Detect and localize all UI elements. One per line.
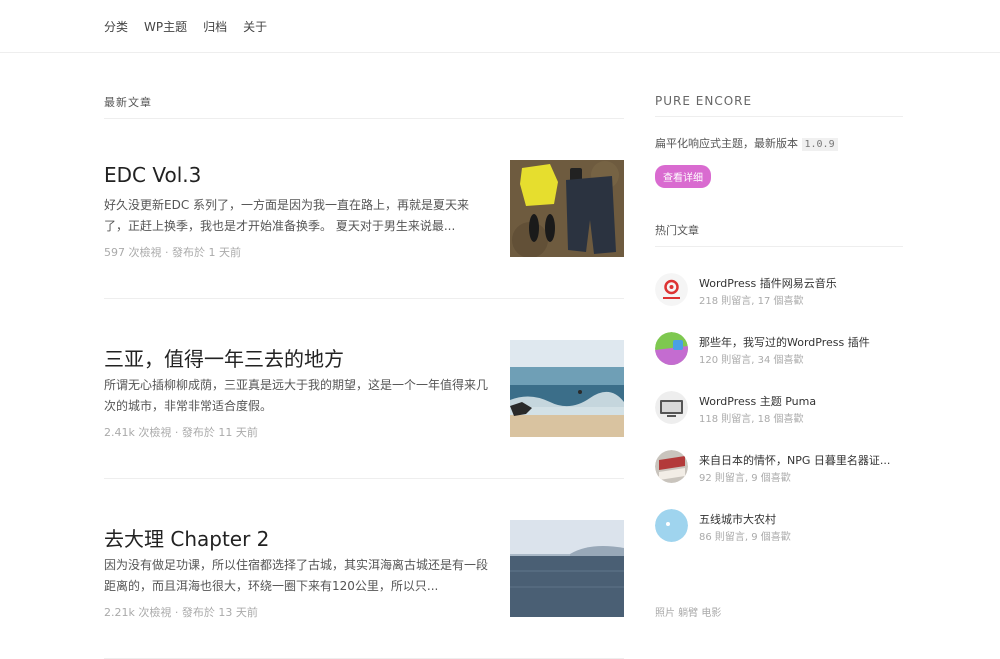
post-card: 去大理 Chapter 2 因为没有做足功课，所以住宿都选择了古城，其实洱海离古… [104,479,624,659]
hot-posts-list: WordPress 插件网易云音乐 218 則留言, 17 個喜歡 那些年，我写… [655,263,903,558]
hot-post-item[interactable]: 那些年，我写过的WordPress 插件 120 則留言, 34 個喜歡 [655,322,903,381]
hot-post-meta: 92 則留言, 9 個喜歡 [699,473,791,484]
hot-post-meta: 118 則留言, 18 個喜歡 [699,414,804,425]
sanya-beach-image [510,340,624,437]
dali-lake-image [510,520,624,617]
hot-posts-title: 热门文章 [655,222,903,247]
hot-post-title[interactable]: 那些年，我写过的WordPress 插件 [699,334,899,350]
npg-avatar [655,450,688,483]
post-meta: 597 次檢視 · 發布於 1 天前 [104,246,241,259]
post-title[interactable]: 去大理 Chapter 2 [104,523,269,552]
post-list: 最新文章 EDC Vol.3 好久没更新EDC 系列了，一方面是因为我一直在路上… [104,94,624,659]
post-thumbnail[interactable] [510,520,624,617]
hot-post-title[interactable]: 五线城市大农村 [699,511,899,527]
nav-item-about[interactable]: 关于 [243,18,267,35]
view-details-button[interactable]: 查看详细 [655,165,711,188]
puma-theme-avatar [655,391,688,424]
post-card: 三亚，值得一年三去的地方 所谓无心插柳柳成荫，三亚真是远大于我的期望，这是一个一… [104,299,624,479]
post-meta: 2.21k 次檢視 · 發布於 13 天前 [104,606,258,619]
hot-post-title[interactable]: WordPress 主题 Puma [699,393,899,409]
section-title: 最新文章 [104,94,624,119]
theme-description-text: 扁平化响应式主题，最新版本 [655,137,798,150]
theme-brand-title: PURE ENCORE [655,94,903,117]
nav-item-archive[interactable]: 归档 [203,18,227,35]
top-navigation-bar: 分类 WP主题 归档 关于 [0,0,1000,53]
post-meta: 2.41k 次檢視 · 發布於 11 天前 [104,426,258,439]
village-avatar [655,509,688,542]
plugin-avatar [655,332,688,365]
post-thumbnail[interactable] [510,160,624,257]
edc-flatlay-image [510,160,624,257]
post-thumbnail[interactable] [510,340,624,437]
netease-music-avatar [655,273,688,306]
post-excerpt: 因为没有做足功课，所以住宿都选择了古城，其实洱海离古城还是有一段距离的，而且洱海… [104,558,489,593]
post-excerpt: 好久没更新EDC 系列了，一方面是因为我一直在路上，再就是夏天来了，正赶上换季，… [104,198,470,233]
theme-version: 1.0.9 [801,138,838,151]
nav-item-category[interactable]: 分类 [104,18,128,35]
main-nav: 分类 WP主题 归档 关于 [104,18,267,35]
hot-post-meta: 86 則留言, 9 個喜歡 [699,532,791,543]
hot-post-meta: 218 則留言, 17 個喜歡 [699,296,804,307]
post-card: EDC Vol.3 好久没更新EDC 系列了，一方面是因为我一直在路上，再就是夏… [104,119,624,299]
nav-item-wp-theme[interactable]: WP主题 [144,18,187,35]
hot-post-item[interactable]: WordPress 主题 Puma 118 則留言, 18 個喜歡 [655,381,903,440]
theme-description: 扁平化响应式主题，最新版本 1.0.9 [655,135,903,151]
sidebar: PURE ENCORE 扁平化响应式主题，最新版本 1.0.9 查看详细 热门文… [655,94,903,619]
hot-post-item[interactable]: 来自日本的情怀，NPG 日暮里名器证... 92 則留言, 9 個喜歡 [655,440,903,499]
post-title[interactable]: EDC Vol.3 [104,163,201,187]
sidebar-footer-links[interactable]: 照片 躺臂 电影 [655,604,721,619]
post-excerpt: 所谓无心插柳柳成荫，三亚真是远大于我的期望，这是一个一年值得来几次的城市，非常非… [104,378,489,413]
hot-post-item[interactable]: 五线城市大农村 86 則留言, 9 個喜歡 [655,499,903,558]
hot-post-title[interactable]: WordPress 插件网易云音乐 [699,275,899,291]
hot-post-meta: 120 則留言, 34 個喜歡 [699,355,804,366]
hot-post-title[interactable]: 来自日本的情怀，NPG 日暮里名器证... [699,452,899,468]
hot-post-item[interactable]: WordPress 插件网易云音乐 218 則留言, 17 個喜歡 [655,263,903,322]
post-title[interactable]: 三亚，值得一年三去的地方 [104,343,344,372]
